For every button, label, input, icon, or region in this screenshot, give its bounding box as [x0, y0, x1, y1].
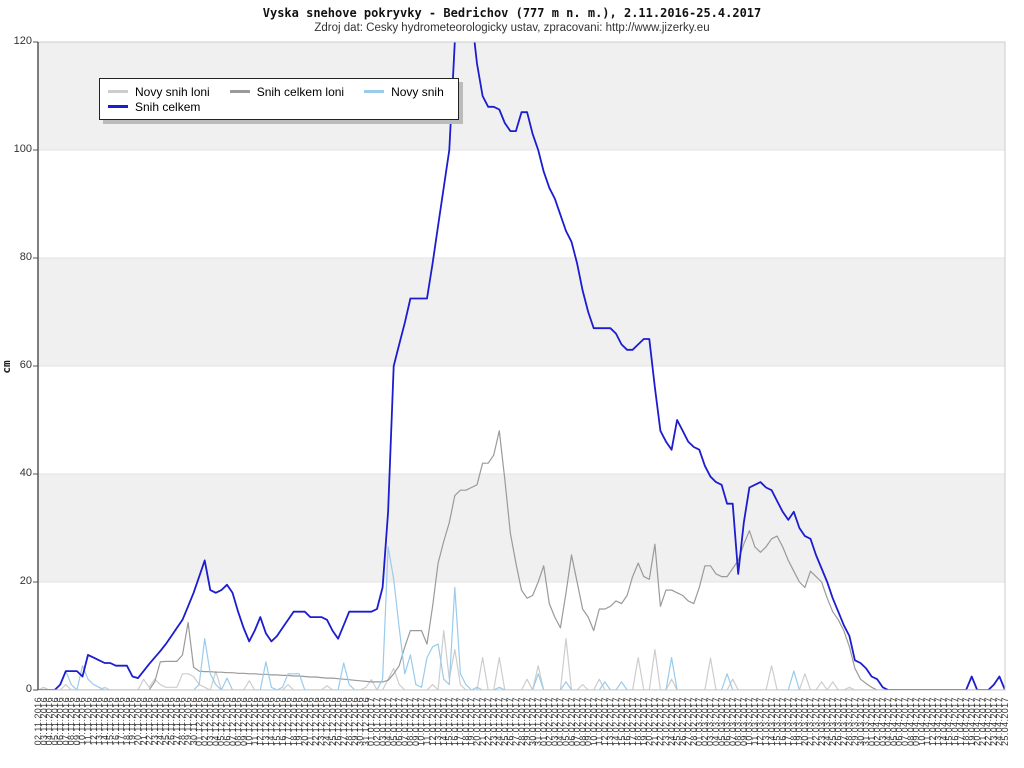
legend-item: Novy snih — [364, 85, 444, 99]
legend-label: Novy snih loni — [135, 85, 210, 99]
chart-title: Vyska snehove pokryvky - Bedrichov (777 … — [0, 6, 1024, 20]
y-tick-label: 40 — [4, 467, 32, 479]
plot-band — [38, 474, 1005, 582]
legend-row: Snih celkem — [108, 99, 448, 114]
chart-subtitle: Zdroj dat: Cesky hydrometeorologicky ust… — [0, 22, 1024, 34]
plot-band — [38, 258, 1005, 366]
y-tick-label: 60 — [4, 359, 32, 371]
legend-label: Novy snih — [391, 85, 444, 99]
legend-label: Snih celkem — [135, 100, 200, 114]
legend-item: Snih celkem — [108, 100, 200, 114]
series-line — [38, 631, 988, 690]
legend-row: Novy snih loni Snih celkem loni Novy sni… — [108, 84, 448, 99]
legend-line-swatch-icon — [108, 90, 128, 93]
y-tick-label: 0 — [4, 683, 32, 695]
legend-label: Snih celkem loni — [257, 85, 344, 99]
x-tick-label: 25.04.2017 — [1001, 697, 1010, 765]
y-tick-label: 120 — [4, 35, 32, 47]
legend-line-swatch-icon — [108, 105, 128, 108]
legend-line-swatch-icon — [230, 90, 250, 93]
y-tick-label: 80 — [4, 251, 32, 263]
legend-item: Snih celkem loni — [230, 85, 344, 99]
y-tick-label: 20 — [4, 575, 32, 587]
legend-line-swatch-icon — [364, 90, 384, 93]
y-tick-label: 100 — [4, 143, 32, 155]
legend: Novy snih loni Snih celkem loni Novy sni… — [99, 78, 459, 120]
legend-item: Novy snih loni — [108, 85, 210, 99]
